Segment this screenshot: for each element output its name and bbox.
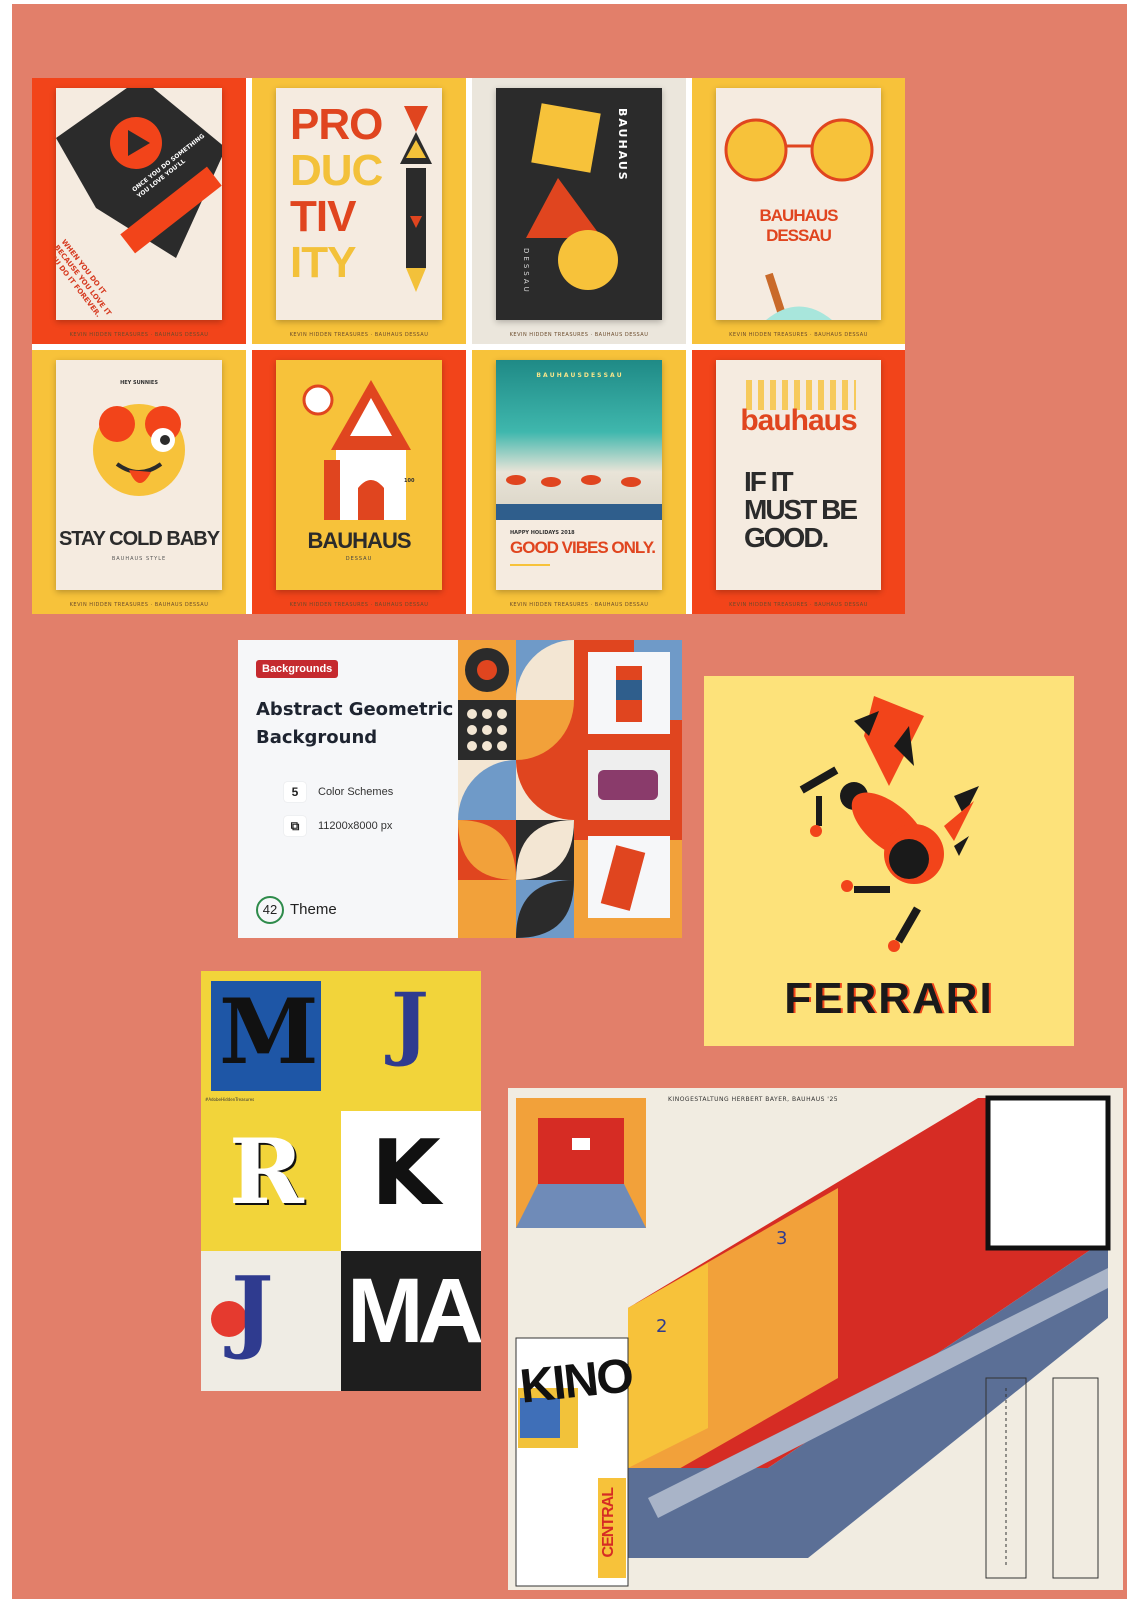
letter-glyph: J — [231, 1257, 274, 1363]
theme-number: 42 — [256, 896, 284, 924]
poster-bauhaus-good: bauhaus IF IT MUST BE GOOD. KEVIN HIDDEN… — [692, 350, 905, 614]
poster-line: PRO — [290, 100, 383, 149]
poster-play: WHEN YOU DO IT BECAUSE YOU LOVE IT YOU D… — [32, 78, 246, 344]
glasses-icon — [724, 118, 874, 320]
poster-line: GOOD. — [744, 522, 829, 553]
letter-glyph: R — [229, 1119, 304, 1225]
poster-sub: BAUHAUS STYLE — [111, 556, 167, 562]
poster-beach: B A U H A U S D E S S A U HAPPY HOLIDAYS… — [472, 350, 686, 614]
poster-caption: KEVIN HIDDEN TREASURES · BAUHAUS DESSAU — [69, 332, 209, 338]
ferrari-wordmark: FERRARI — [784, 974, 994, 1023]
prancing-horse-art — [799, 696, 979, 952]
pencil-icon — [400, 106, 432, 292]
poster-vertical-text: BAUHAUS — [616, 108, 629, 182]
poster-badge: 100 — [404, 478, 415, 484]
poster-title: GOOD VIBES ONLY. — [510, 538, 656, 557]
poster-house: 100 BAUHAUS DESSAU KEVIN HIDDEN TREASURE… — [252, 350, 466, 614]
spec-label: 11200x8000 px — [318, 819, 393, 832]
collage-credit: #AdobeHiddenTreasures — [205, 1097, 255, 1102]
letter-glyph: M — [219, 979, 319, 1085]
poster-line: BAUHAUS — [759, 206, 839, 225]
letter-glyph: J — [391, 975, 429, 1069]
poster-title: BAUHAUS — [307, 528, 412, 553]
poster-small-text: HAPPY HOLIDAYS 2018 — [510, 530, 575, 536]
poster-caption: KEVIN HIDDEN TREASURES · BAUHAUS DESSAU — [289, 332, 429, 338]
letter-glyph: K — [371, 1121, 441, 1226]
poster-caption: KEVIN HIDDEN TREASURES · BAUHAUS DESSAU — [289, 602, 429, 608]
poster-productivity: PRO DUC TIV ITY KEVIN HIDDEN TREASURES ·… — [252, 78, 466, 344]
poster-line: IF IT — [744, 466, 794, 497]
geometric-pattern-art — [458, 640, 682, 938]
poster-title: bauhaus — [740, 404, 857, 437]
winking-emoji-icon — [93, 404, 185, 496]
ferrari-poster: FERRARI — [704, 676, 1074, 1046]
poster-side-text: DESSAU — [522, 248, 530, 295]
poster-line: TIV — [290, 192, 356, 241]
poster-line: ITY — [290, 238, 356, 287]
theme-label: Theme — [290, 901, 337, 918]
poster-dessau-shapes: BAUHAUS DESSAU KEVIN HIDDEN TREASURES · … — [472, 78, 686, 344]
kino-sign-central: CENTRAL — [600, 1488, 617, 1558]
poster-caption: KEVIN HIDDEN TREASURES · BAUHAUS DESSAU — [729, 332, 868, 338]
poster-title: STAY COLD BABY — [58, 528, 220, 550]
umbrellas-art — [496, 475, 662, 520]
typography-collage: M J R K J MA #AdobeHiddenTreasures — [201, 971, 481, 1391]
spec-color-schemes: 5 Color Schemes — [284, 782, 393, 802]
kino-architectural-drawing: KINOGESTALTUNG HERBERT BAYER, BAUHAUS '2… — [508, 1088, 1123, 1590]
spec-label: Color Schemes — [318, 785, 394, 798]
kino-sign: KINO — [517, 1349, 635, 1414]
drawing-number: 2 — [656, 1316, 668, 1337]
letter-glyph: MA — [347, 1260, 481, 1362]
poster-line: DUC — [290, 146, 383, 195]
card-title: Abstract Geometric Background — [256, 699, 454, 748]
poster-caption: KEVIN HIDDEN TREASURES · BAUHAUS DESSAU — [509, 332, 649, 338]
poster-line: DESSAU — [766, 226, 832, 245]
category-tag[interactable]: Backgrounds — [256, 660, 339, 678]
poster-caption: KEVIN HIDDEN TREASURES · BAUHAUS DESSAU — [729, 602, 868, 608]
abstract-geometric-card[interactable]: Backgrounds Abstract Geometric Backgroun… — [238, 640, 682, 938]
drawing-number: 3 — [776, 1228, 788, 1249]
poster-line: MUST BE — [744, 494, 858, 525]
poster-stay-cold: HEY SUNNIES STAY COLD BABY BAUHAUS STYLE… — [32, 350, 246, 614]
poster-grid: WHEN YOU DO IT BECAUSE YOU LOVE IT YOU D… — [32, 78, 905, 614]
poster-caption: KEVIN HIDDEN TREASURES · BAUHAUS DESSAU — [509, 602, 649, 608]
theme-badge[interactable]: 42 Theme — [256, 896, 337, 924]
poster-glasses: BAUHAUS DESSAU KEVIN HIDDEN TREASURES · … — [692, 78, 905, 344]
drawing-header: KINOGESTALTUNG HERBERT BAYER, BAUHAUS '2… — [668, 1096, 839, 1103]
poster-sub: DESSAU — [345, 556, 373, 562]
crop-icon: ⧉ — [284, 816, 306, 836]
poster-caption: KEVIN HIDDEN TREASURES · BAUHAUS DESSAU — [69, 602, 209, 608]
moodboard: WHEN YOU DO IT BECAUSE YOU LOVE IT YOU D… — [12, 4, 1127, 1599]
poster-top-text: B A U H A U S D E S S A U — [536, 372, 622, 379]
spec-dimensions: ⧉ 11200x8000 px — [284, 816, 392, 836]
color-schemes-count: 5 — [284, 782, 306, 802]
poster-top-text: HEY SUNNIES — [120, 380, 158, 386]
shapes-art — [526, 103, 618, 290]
